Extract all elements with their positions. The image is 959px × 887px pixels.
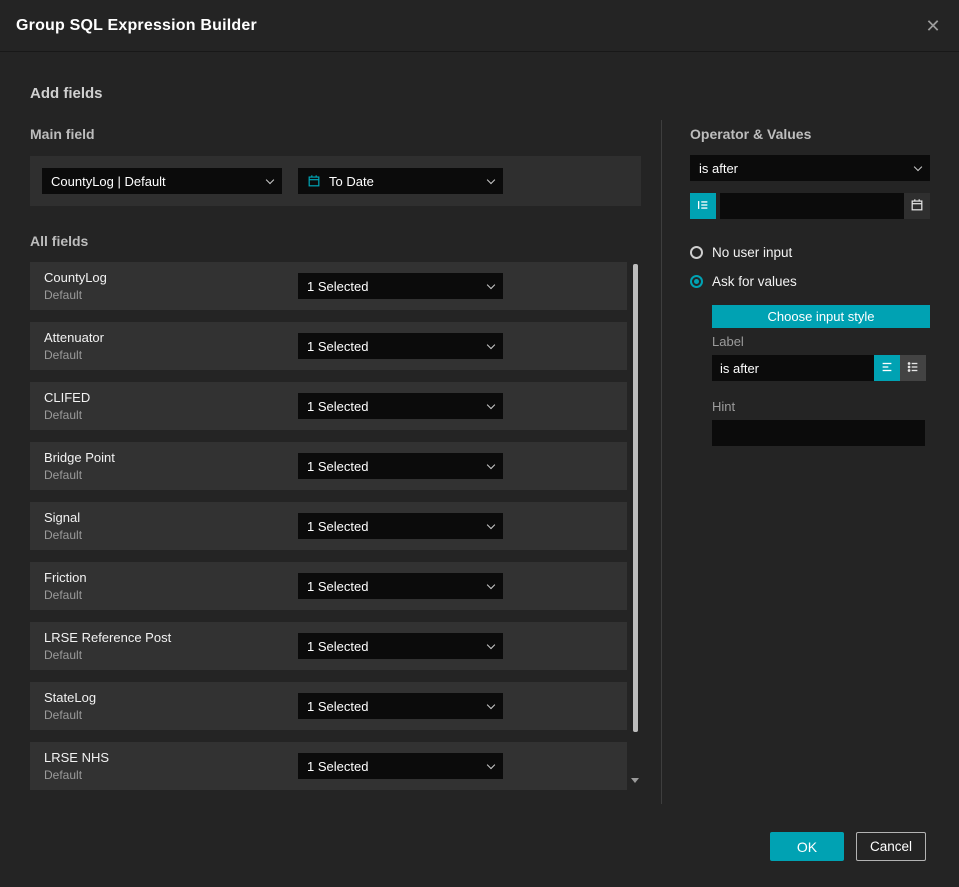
scrollbar-thumb[interactable] bbox=[633, 264, 638, 732]
chevron-down-icon bbox=[265, 175, 275, 184]
radio-no-user-input-label: No user input bbox=[712, 245, 793, 260]
field-source-icon bbox=[696, 198, 710, 215]
field-selection-dropdown[interactable]: 1 Selected bbox=[298, 693, 503, 719]
calendar-icon bbox=[307, 174, 321, 188]
scrollbar-down-arrow-icon[interactable] bbox=[631, 778, 639, 783]
choose-input-style-button[interactable]: Choose input style bbox=[712, 305, 930, 328]
field-selection-dropdown[interactable]: 1 Selected bbox=[298, 513, 503, 539]
chevron-down-icon bbox=[913, 162, 923, 171]
list-icon bbox=[906, 360, 920, 377]
field-row: LRSE Reference Post Default 1 Selected bbox=[30, 622, 627, 670]
selected-count: 1 Selected bbox=[307, 638, 369, 654]
chevron-down-icon bbox=[486, 280, 496, 289]
dialog-titlebar: Group SQL Expression Builder ✕ bbox=[0, 0, 959, 52]
field-selection-dropdown[interactable]: 1 Selected bbox=[298, 273, 503, 299]
scrollbar[interactable] bbox=[631, 264, 639, 804]
selected-count: 1 Selected bbox=[307, 338, 369, 354]
dialog-title: Group SQL Expression Builder bbox=[16, 16, 257, 34]
close-button[interactable]: ✕ bbox=[919, 12, 947, 40]
field-row: CLIFED Default 1 Selected bbox=[30, 382, 627, 430]
radio-no-user-input[interactable]: No user input bbox=[690, 245, 792, 260]
field-row: Bridge Point Default 1 Selected bbox=[30, 442, 627, 490]
main-field-select[interactable]: CountyLog | Default bbox=[42, 168, 282, 194]
chevron-down-icon bbox=[486, 400, 496, 409]
chevron-down-icon bbox=[486, 520, 496, 529]
operator-select-value: is after bbox=[699, 160, 739, 176]
radio-checked-icon bbox=[690, 275, 703, 288]
field-row: Friction Default 1 Selected bbox=[30, 562, 627, 610]
all-fields-list: CountyLog Default 1 Selected Attenuator … bbox=[30, 262, 627, 802]
main-field-heading: Main field bbox=[30, 126, 95, 142]
chevron-down-icon bbox=[486, 640, 496, 649]
field-row: StateLog Default 1 Selected bbox=[30, 682, 627, 730]
radio-ask-for-values[interactable]: Ask for values bbox=[690, 274, 797, 289]
vertical-divider bbox=[661, 120, 662, 804]
cancel-button[interactable]: Cancel bbox=[856, 832, 926, 861]
label-label: Label bbox=[712, 334, 744, 349]
list-style-button[interactable] bbox=[900, 355, 926, 381]
chevron-down-icon bbox=[486, 760, 496, 769]
value-input[interactable] bbox=[720, 193, 904, 219]
field-selection-dropdown[interactable]: 1 Selected bbox=[298, 633, 503, 659]
field-selection-dropdown[interactable]: 1 Selected bbox=[298, 573, 503, 599]
selected-count: 1 Selected bbox=[307, 698, 369, 714]
chevron-down-icon bbox=[486, 460, 496, 469]
align-left-icon bbox=[880, 360, 894, 377]
field-selection-dropdown[interactable]: 1 Selected bbox=[298, 453, 503, 479]
operator-select[interactable]: is after bbox=[690, 155, 930, 181]
selected-count: 1 Selected bbox=[307, 518, 369, 534]
field-row: CountyLog Default 1 Selected bbox=[30, 262, 627, 310]
chevron-down-icon bbox=[486, 700, 496, 709]
selected-count: 1 Selected bbox=[307, 578, 369, 594]
value-row bbox=[690, 193, 930, 219]
radio-unchecked-icon bbox=[690, 246, 703, 259]
main-field-panel: CountyLog | Default To Date bbox=[30, 156, 641, 206]
chevron-down-icon bbox=[486, 340, 496, 349]
calendar-icon bbox=[910, 198, 924, 215]
radio-ask-for-values-label: Ask for values bbox=[712, 274, 797, 289]
chevron-down-icon bbox=[486, 175, 496, 184]
main-field-select-value: CountyLog | Default bbox=[51, 173, 166, 189]
hint-label: Hint bbox=[712, 399, 736, 414]
ok-button[interactable]: OK bbox=[770, 832, 844, 861]
selected-count: 1 Selected bbox=[307, 758, 369, 774]
date-field-select-value: To Date bbox=[329, 173, 374, 189]
selected-count: 1 Selected bbox=[307, 398, 369, 414]
close-icon: ✕ bbox=[925, 16, 941, 36]
date-field-select[interactable]: To Date bbox=[298, 168, 503, 194]
field-row: Attenuator Default 1 Selected bbox=[30, 322, 627, 370]
label-input-row bbox=[712, 355, 926, 381]
chevron-down-icon bbox=[486, 580, 496, 589]
group-sql-expression-builder-dialog: Group SQL Expression Builder ✕ Add field… bbox=[0, 0, 959, 887]
date-picker-button[interactable] bbox=[904, 193, 930, 219]
label-input[interactable] bbox=[712, 355, 874, 381]
value-source-button[interactable] bbox=[690, 193, 716, 219]
all-fields-heading: All fields bbox=[30, 233, 89, 249]
field-selection-dropdown[interactable]: 1 Selected bbox=[298, 333, 503, 359]
hint-input[interactable] bbox=[712, 420, 925, 446]
field-row: LRSE NHS Default 1 Selected bbox=[30, 742, 627, 790]
operator-values-heading: Operator & Values bbox=[690, 126, 812, 142]
selected-count: 1 Selected bbox=[307, 458, 369, 474]
field-selection-dropdown[interactable]: 1 Selected bbox=[298, 753, 503, 779]
field-selection-dropdown[interactable]: 1 Selected bbox=[298, 393, 503, 419]
selected-count: 1 Selected bbox=[307, 278, 369, 294]
add-fields-heading: Add fields bbox=[30, 85, 103, 102]
single-line-style-button[interactable] bbox=[874, 355, 900, 381]
field-row: Signal Default 1 Selected bbox=[30, 502, 627, 550]
